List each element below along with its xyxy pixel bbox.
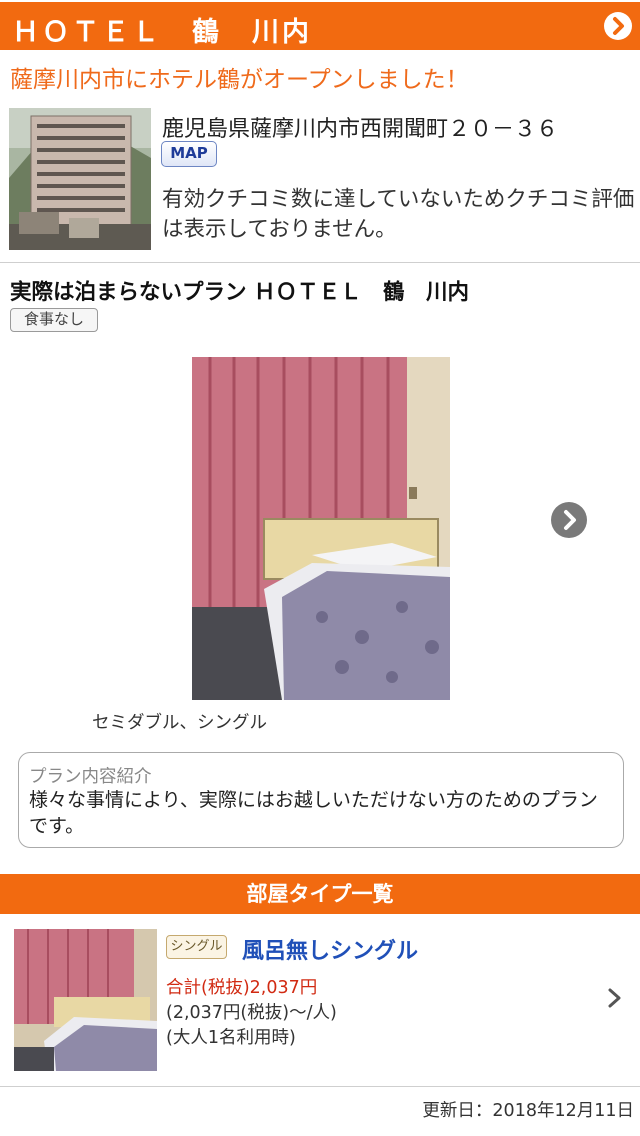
- chevron-right-icon[interactable]: [605, 986, 625, 1014]
- room-type-photo[interactable]: [14, 929, 157, 1071]
- announcement-text: 薩摩川内市にホテル鶴がオープンしました！: [10, 67, 469, 93]
- gallery-next-button[interactable]: [551, 502, 587, 538]
- updated-date: 更新日：2018年12月11日: [422, 1101, 634, 1121]
- chevron-right-circle-icon[interactable]: [604, 12, 632, 40]
- map-button[interactable]: MAP: [161, 141, 217, 167]
- occupancy-note: (大人1名利用時): [166, 1028, 296, 1048]
- total-price: 合計(税抜)2,037円: [166, 978, 318, 998]
- chevron-right-icon: [564, 510, 576, 530]
- hotel-address: 鹿児島県薩摩川内市西開聞町２０－３６: [162, 117, 559, 142]
- divider: [0, 1086, 640, 1087]
- room-types-header: 部屋タイプ一覧: [0, 874, 640, 914]
- plan-details-text: 様々な事情により、実際にはお越しいただけない方のためのプランです。: [29, 789, 598, 837]
- hotel-header[interactable]: ＨＯＴＥＬ 鶴 川内: [0, 2, 640, 50]
- unit-price: (2,037円(税抜)～/人): [166, 1003, 337, 1023]
- room-caption: セミダブル、シングル: [92, 713, 267, 733]
- hotel-title: ＨＯＴＥＬ 鶴 川内: [12, 17, 312, 48]
- room-type-name-link[interactable]: 風呂無しシングル: [242, 933, 418, 965]
- room-photo[interactable]: [192, 357, 450, 700]
- plan-details-box: プラン内容紹介 様々な事情により、実際にはお越しいただけない方のためのプランです…: [18, 752, 624, 848]
- meal-badge: 食事なし: [10, 308, 98, 332]
- divider: [0, 262, 640, 263]
- room-type-badge: シングル: [166, 935, 227, 959]
- plan-title[interactable]: 実際は泊まらないプラン ＨＯＴＥＬ 鶴 川内: [10, 275, 469, 306]
- hotel-photo[interactable]: [9, 108, 151, 250]
- plan-details-heading: プラン内容紹介: [29, 767, 152, 787]
- review-note: 有効クチコミ数に達していないためクチコミ評価は表示しておりません。: [162, 187, 635, 242]
